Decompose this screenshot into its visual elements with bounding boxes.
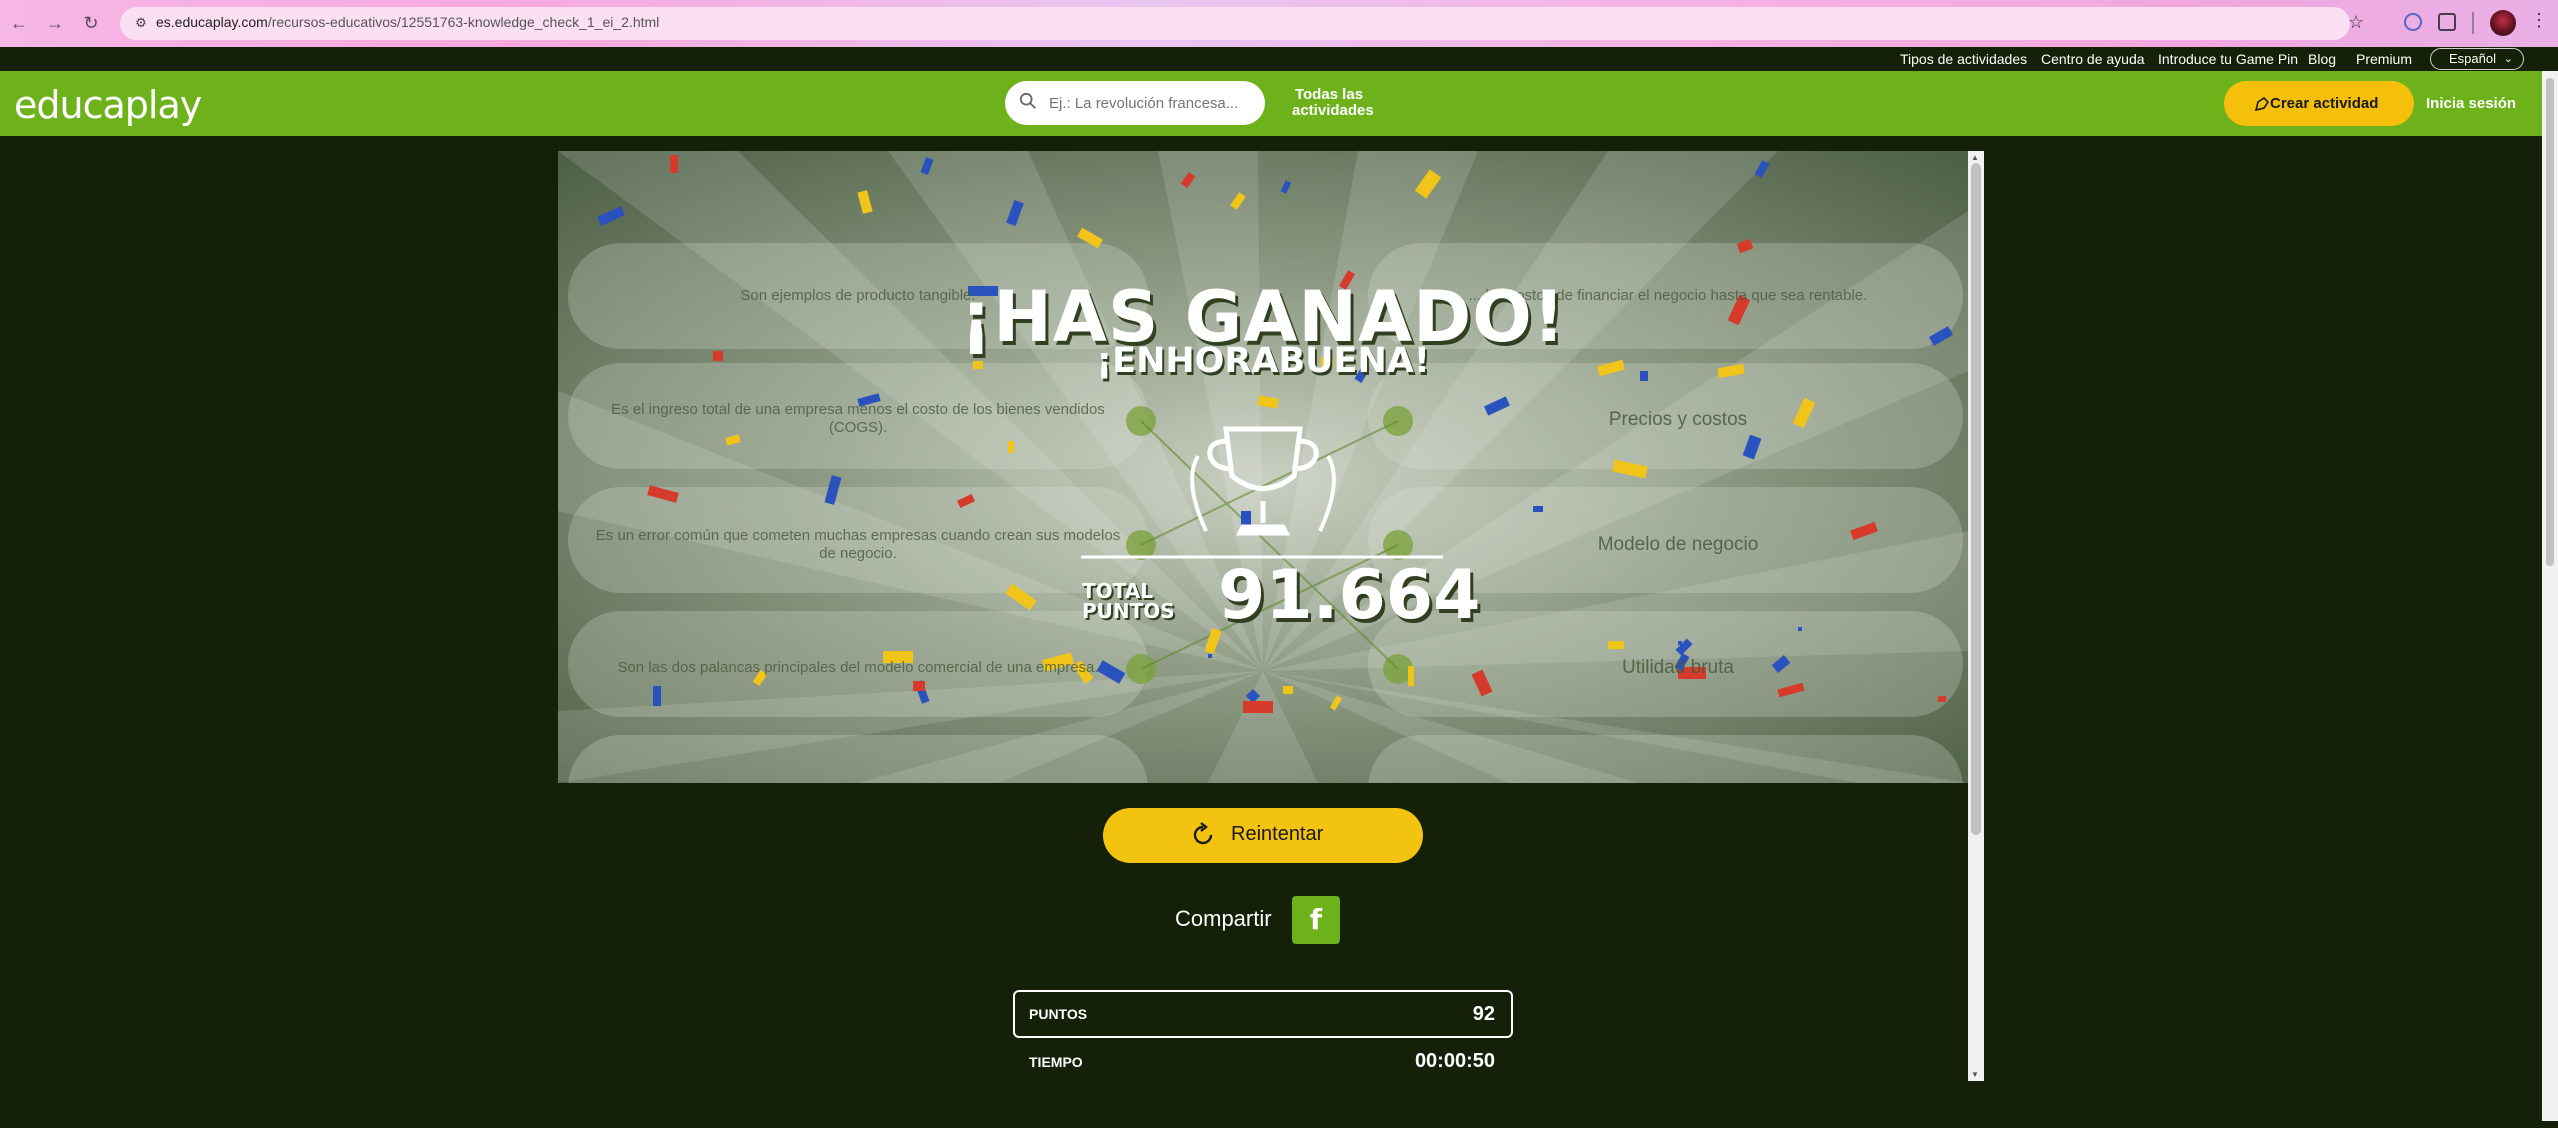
all-activities-line1: Todas las: [1294, 86, 1364, 103]
facebook-share-button[interactable]: f: [1292, 896, 1340, 944]
toolbar-divider: [2472, 12, 2474, 34]
bookmark-star-icon[interactable]: ☆: [2348, 12, 2364, 33]
create-icon: [2254, 96, 2270, 112]
retry-button[interactable]: Reintentar: [1103, 808, 1423, 863]
question-3: Es un error común que cometen muchas emp…: [595, 527, 1121, 562]
time-value: 00:00:50: [1414, 1050, 1495, 1072]
question-4: Son las dos palancas principales del mod…: [617, 659, 1099, 676]
create-activity-label: Crear actividad: [2270, 95, 2379, 112]
reload-icon[interactable]: ↻: [80, 12, 102, 34]
forward-icon[interactable]: →: [44, 12, 66, 34]
answer-3[interactable]: Modelo de negocio: [1438, 534, 1918, 556]
link-premium[interactable]: Premium: [2356, 51, 2412, 67]
total-label-line2: PUNTOS: [1082, 599, 1175, 623]
search-input[interactable]: [1049, 90, 1249, 116]
site-header: educaplay Todas las actividades Crear ac…: [0, 71, 2542, 136]
browser-menu-icon[interactable]: ⋮: [2530, 10, 2548, 31]
extensions-puzzle-icon[interactable]: [2438, 13, 2456, 31]
site-info-icon[interactable]: ⚙: [132, 14, 150, 32]
game-background: [558, 151, 1968, 783]
search-icon: [1019, 92, 1036, 109]
back-icon[interactable]: ←: [8, 12, 30, 34]
browser-toolbar: ← → ↻ ⚙ es.educaplay.com/recursos-educat…: [0, 0, 2558, 47]
total-points-value: 91.664: [1218, 556, 1481, 635]
retry-label: Reintentar: [1231, 823, 1324, 845]
link-activity-types[interactable]: Tipos de actividades: [1900, 51, 2027, 67]
game-scrollbar-thumb[interactable]: [1971, 163, 1981, 835]
question-2: Es el ingreso total de una empresa menos…: [611, 401, 1105, 436]
total-label-line1: TOTAL: [1082, 579, 1153, 603]
extension-icon[interactable]: [2404, 13, 2422, 31]
language-select[interactable]: Español ⌄: [2430, 48, 2524, 70]
retry-icon: [1193, 822, 1213, 845]
share-label: Compartir: [1175, 906, 1272, 931]
answer-2[interactable]: Precios y costos: [1438, 409, 1918, 431]
top-links-bar: Tipos de actividades Centro de ayuda Int…: [0, 47, 2558, 71]
all-activities-line2: actividades: [1292, 102, 1374, 119]
login-link[interactable]: Inicia sesión: [2426, 95, 2516, 112]
scroll-up-icon[interactable]: ▲: [1971, 153, 1979, 162]
language-value: Español: [2449, 51, 2496, 66]
facebook-icon: f: [1309, 903, 1323, 936]
url-text[interactable]: es.educaplay.com/recursos-educativos/125…: [156, 14, 659, 30]
create-activity-button[interactable]: Crear actividad: [2224, 81, 2414, 126]
link-help-center[interactable]: Centro de ayuda: [2041, 51, 2145, 67]
game-area: Son ejemplos de producto tangible: Es el…: [558, 151, 1968, 783]
all-activities-link[interactable]: Todas las actividades: [1292, 86, 1374, 119]
scroll-down-icon[interactable]: ▼: [1971, 1070, 1979, 1079]
link-blog[interactable]: Blog: [2308, 51, 2336, 67]
answer-4[interactable]: Utilidad bruta: [1438, 657, 1918, 679]
time-label: TIEMPO: [1029, 1054, 1083, 1070]
total-points-label: TOTAL PUNTOS: [1082, 581, 1175, 621]
chevron-down-icon: ⌄: [2503, 53, 2513, 65]
link-game-pin[interactable]: Introduce tu Game Pin: [2158, 51, 2298, 67]
points-value: 92: [1472, 1003, 1495, 1025]
educaplay-logo[interactable]: educaplay: [14, 83, 202, 127]
page-scrollbar-thumb[interactable]: [2546, 78, 2554, 566]
points-label: PUNTOS: [1029, 1006, 1088, 1022]
win-subtitle: ¡ENHORABUENA!: [1096, 341, 1430, 381]
search-box[interactable]: [1005, 81, 1265, 125]
profile-avatar[interactable]: [2490, 10, 2516, 36]
